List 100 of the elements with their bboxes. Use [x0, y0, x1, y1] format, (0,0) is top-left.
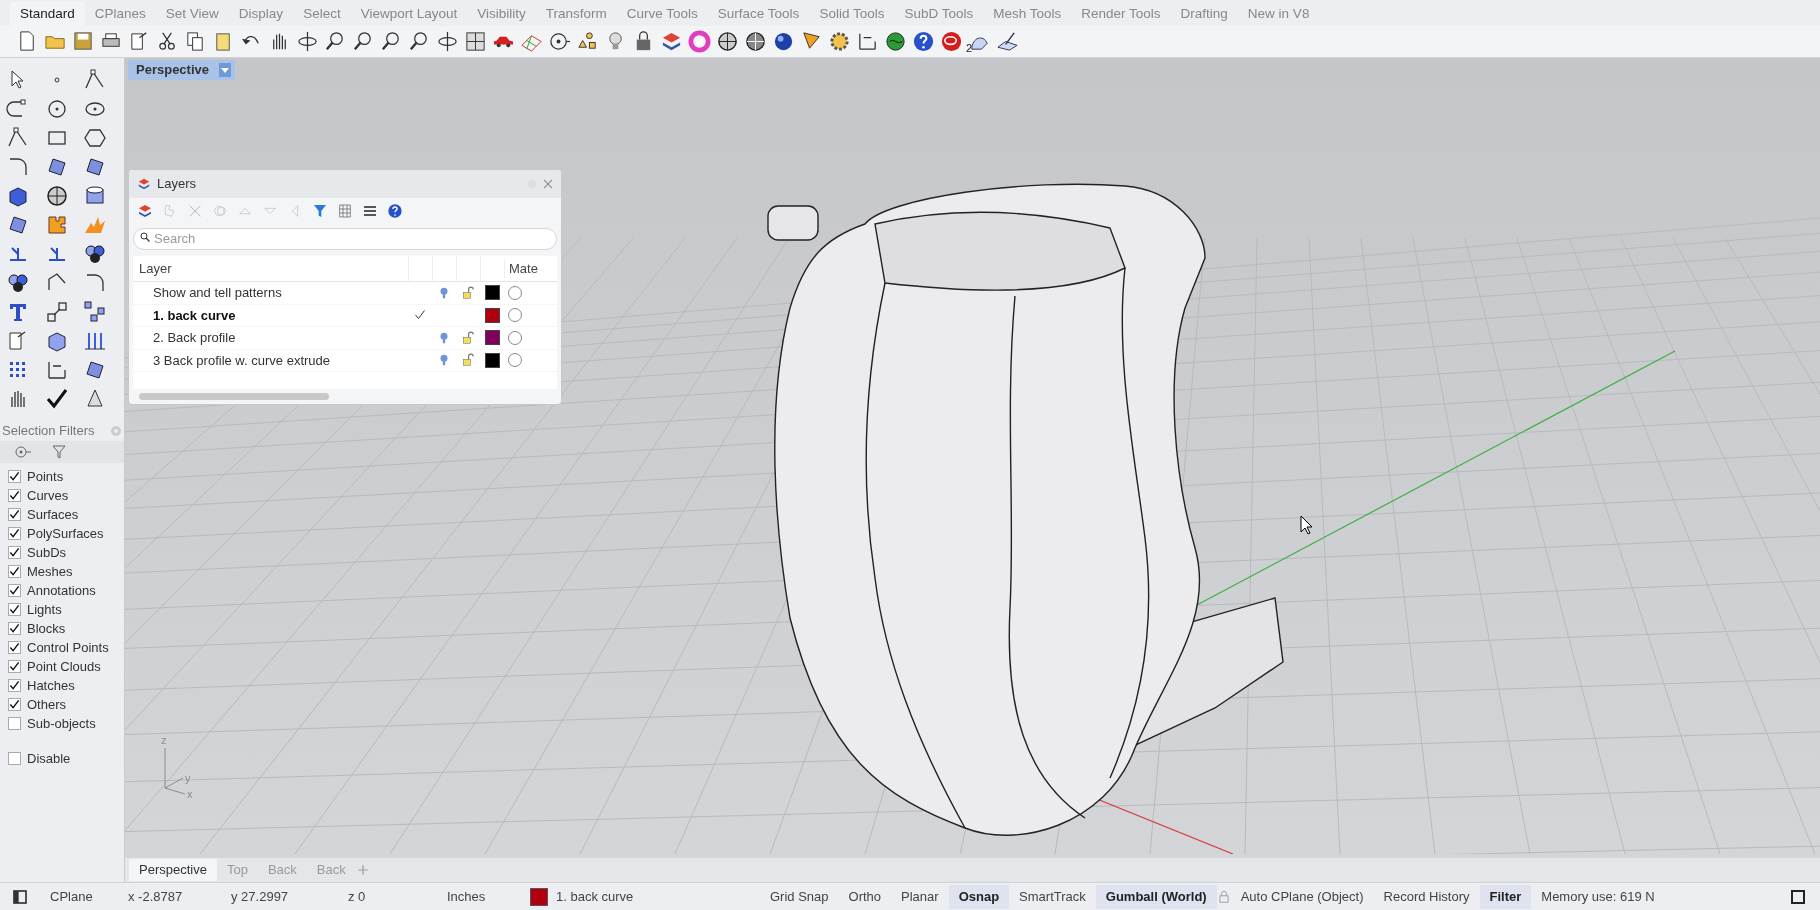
color-wheel-icon[interactable] — [688, 30, 711, 53]
checkmark-icon — [9, 585, 20, 596]
checkbox-label: Sub-objects — [27, 714, 96, 733]
checkmark-icon — [9, 623, 20, 634]
units-button[interactable]: Inches — [447, 886, 530, 907]
viewport-tab[interactable]: Perspective — [129, 859, 217, 881]
checkbox[interactable] — [8, 622, 21, 635]
checkmark-icon — [9, 680, 20, 691]
padlock-icon[interactable] — [461, 285, 475, 300]
scrollbar[interactable] — [139, 393, 329, 400]
viewport-title[interactable]: Perspective — [128, 60, 235, 80]
help-icon[interactable] — [912, 30, 935, 53]
checkbox-label: PolySurfaces — [27, 524, 104, 543]
checkmark-icon[interactable] — [44, 387, 69, 411]
save-icon[interactable] — [72, 30, 95, 53]
rotate-icon[interactable] — [436, 30, 459, 53]
checkbox[interactable] — [8, 698, 21, 711]
filter-icon[interactable] — [52, 445, 66, 459]
checkbox[interactable] — [8, 527, 21, 540]
toolbar-tab[interactable]: Standard — [10, 2, 85, 26]
status-toggle[interactable]: Planar — [891, 884, 949, 909]
checkbox[interactable] — [8, 546, 21, 559]
checkbox-label: Point Clouds — [27, 657, 101, 676]
column-header: Mate — [504, 258, 557, 279]
color-swatch[interactable] — [484, 352, 500, 368]
surface-patch-icon[interactable] — [6, 213, 30, 237]
status-toggle[interactable]: Record History — [1373, 884, 1480, 909]
caret-icon[interactable] — [221, 67, 229, 73]
maximize-icon[interactable] — [1790, 888, 1806, 905]
status-toggle[interactable]: SmartTrack — [1009, 884, 1096, 909]
array-icon[interactable] — [83, 300, 108, 324]
layers-icon[interactable] — [660, 30, 683, 53]
layer-name[interactable]: 3 Back profile w. curve extrude — [133, 350, 408, 370]
checkbox-label: Points — [27, 467, 64, 486]
status-toggle[interactable]: Auto CPlane (Object) — [1230, 884, 1374, 909]
checkmark-icon — [9, 509, 20, 520]
table-icon[interactable] — [337, 203, 353, 219]
sphere-icon[interactable] — [716, 30, 739, 53]
checkbox[interactable] — [8, 660, 21, 673]
layer-name[interactable]: Show and tell patterns — [133, 283, 408, 303]
menu-icon[interactable] — [362, 203, 378, 219]
mouse-cursor-icon — [1300, 515, 1314, 535]
layer-name[interactable]: 1. back curve — [133, 305, 408, 325]
checkbox[interactable] — [8, 470, 21, 483]
layers-icon — [137, 177, 151, 191]
scale-icon[interactable] — [44, 300, 69, 324]
glossy-sphere-icon[interactable] — [772, 30, 795, 53]
checkbox-label: Lights — [27, 600, 62, 619]
panel-title: Selection Filters — [2, 422, 95, 441]
checkbox-label: Meshes — [27, 562, 73, 581]
panel-toggle-icon[interactable] — [12, 888, 28, 905]
circles-icon[interactable] — [83, 242, 108, 266]
color-swatch[interactable] — [484, 285, 500, 301]
status-toggle[interactable]: Ortho — [838, 884, 892, 909]
color-swatch[interactable] — [484, 307, 500, 323]
status-toggle[interactable]: Grid Snap — [760, 884, 839, 909]
checkbox[interactable] — [8, 752, 21, 765]
checkmark-icon — [9, 528, 20, 539]
axis-indicator-icon — [164, 747, 186, 795]
snap-point-icon[interactable] — [548, 30, 571, 53]
status-toggle[interactable]: Gumball (World) — [1095, 884, 1217, 909]
new-layer-icon[interactable] — [137, 203, 153, 219]
checkbox-label: Disable — [27, 749, 71, 768]
coordinate-label: z 0 — [348, 887, 367, 906]
axis-label: x — [187, 788, 193, 800]
sphere-icon[interactable] — [44, 184, 69, 208]
cplane-button[interactable]: CPlane — [40, 886, 128, 907]
layer-button[interactable]: 1. back curve — [530, 886, 760, 907]
search-field[interactable]: Search — [133, 227, 557, 250]
checkbox[interactable] — [8, 584, 21, 597]
rotate-icon[interactable] — [296, 30, 319, 53]
color-swatch[interactable] — [484, 330, 500, 346]
polygon-icon[interactable] — [83, 126, 108, 150]
padlock-icon[interactable] — [461, 353, 475, 368]
filter-icon[interactable] — [312, 203, 328, 219]
checkmark-icon — [9, 471, 20, 482]
checkbox[interactable] — [8, 679, 21, 692]
checkbox[interactable] — [8, 489, 21, 502]
checkbox[interactable] — [8, 717, 21, 730]
globe-icon[interactable] — [884, 30, 907, 53]
grid-icon[interactable] — [464, 30, 487, 53]
target-icon[interactable] — [14, 445, 32, 459]
circles-icon[interactable] — [6, 271, 30, 295]
checkmark-icon — [9, 642, 20, 653]
checkbox[interactable] — [8, 508, 21, 521]
plane-pen-icon[interactable] — [996, 30, 1019, 53]
padlock-icon[interactable] — [461, 330, 475, 345]
checkbox[interactable] — [8, 565, 21, 578]
shaded-sphere-icon[interactable] — [744, 30, 767, 53]
status-toggle[interactable]: Filter — [1479, 884, 1532, 909]
checkbox[interactable] — [8, 641, 21, 654]
help-icon[interactable] — [387, 203, 403, 219]
checkmark-icon — [9, 490, 20, 501]
checkbox[interactable] — [8, 603, 21, 616]
checkbox-label: Annotations — [27, 581, 96, 600]
checkbox-label: Control Points — [27, 638, 109, 657]
status-toggle[interactable]: Osnap — [948, 884, 1010, 909]
axis-label: z — [161, 734, 167, 746]
badge-label: 2 — [966, 40, 973, 56]
layer-name[interactable]: 2. Back profile — [133, 328, 408, 348]
